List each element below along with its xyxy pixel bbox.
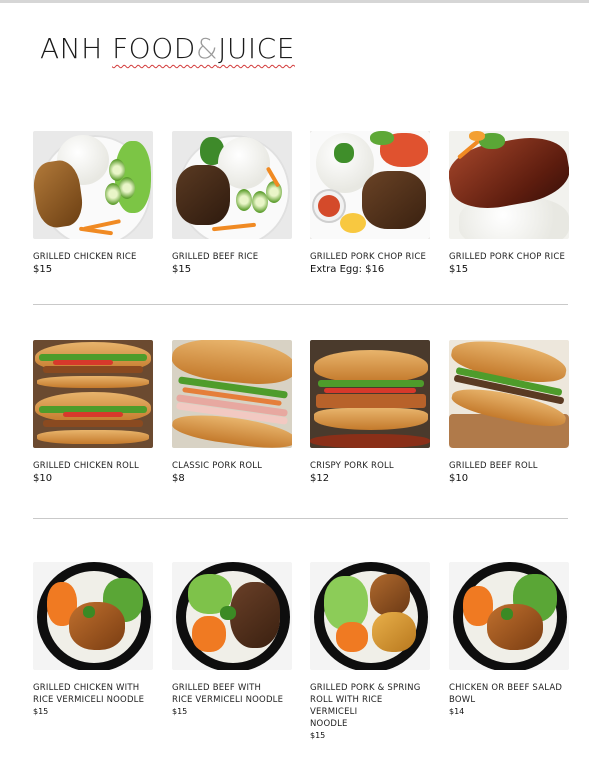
grilled-chicken-rice-photo xyxy=(33,131,153,239)
menu-item-grilled-pork-chop-rice: GRILLED PORK CHOP RICE $15 xyxy=(449,131,571,277)
top-border xyxy=(0,0,589,3)
item-name: GRILLED BEEF ROLL xyxy=(449,461,538,471)
salad-bowl-photo xyxy=(449,562,569,670)
menu-item-grilled-beef-rice: GRILLED BEEF RICE $15 xyxy=(172,131,294,277)
menu-item-beef-vermicelli: GRILLED BEEF WITH RICE VERMICELI NOODLE $… xyxy=(172,562,294,718)
pork-chop-rice-photo xyxy=(449,131,569,239)
item-name: GRILLED BEEF RICE xyxy=(172,252,259,262)
page-title: ANH FOOD&JUICE xyxy=(40,32,295,65)
pork-chop-egg-rice-photo xyxy=(310,131,430,239)
menu-item-grilled-chicken-roll: GRILLED CHICKEN ROLL $10 xyxy=(33,340,155,486)
item-name: GRILLED BEEF WITH RICE VERMICELI NOODLE xyxy=(172,683,284,705)
item-price: $15 xyxy=(310,731,326,740)
section-divider xyxy=(33,304,568,305)
item-name: GRILLED PORK CHOP RICE xyxy=(449,252,566,262)
menu-item-grilled-pork-chop-rice-egg: GRILLED PORK CHOP RICE Extra Egg: $16 xyxy=(310,131,432,277)
item-name: GRILLED CHICKEN ROLL xyxy=(33,461,139,471)
item-name: CHICKEN OR BEEF SALAD BOWL xyxy=(449,683,563,705)
item-price: $10 xyxy=(449,473,469,484)
item-price: $15 xyxy=(449,264,469,275)
item-price: $15 xyxy=(33,707,49,716)
item-price: $15 xyxy=(172,707,188,716)
menu-item-chicken-vermicelli: GRILLED CHICKEN WITH RICE VERMICELI NOODL… xyxy=(33,562,155,718)
item-name: GRILLED PORK & SPRING ROLL WITH RICE VERM… xyxy=(310,683,421,729)
pork-spring-roll-bowl-photo xyxy=(310,562,430,670)
item-price: $14 xyxy=(449,707,465,716)
item-price: $15 xyxy=(172,264,192,275)
grilled-beef-rice-photo xyxy=(172,131,292,239)
item-name: CRISPY PORK ROLL xyxy=(310,461,394,471)
item-name: GRILLED CHICKEN RICE xyxy=(33,252,137,262)
menu-item-salad-bowl: CHICKEN OR BEEF SALAD BOWL $14 xyxy=(449,562,571,718)
classic-pork-roll-photo xyxy=(172,340,292,448)
item-price: $15 xyxy=(33,264,53,275)
item-name: CLASSIC PORK ROLL xyxy=(172,461,263,471)
menu-item-grilled-beef-roll: GRILLED BEEF ROLL $10 xyxy=(449,340,571,486)
beef-noodle-bowl-photo xyxy=(172,562,292,670)
beef-roll-photo xyxy=(449,340,569,448)
item-price: $8 xyxy=(172,473,185,484)
item-price: Extra Egg: $16 xyxy=(310,264,385,275)
item-price: $10 xyxy=(33,473,53,484)
menu-item-pork-spring-roll-vermicelli: GRILLED PORK & SPRING ROLL WITH RICE VERM… xyxy=(310,562,432,742)
menu-item-grilled-chicken-rice: GRILLED CHICKEN RICE $15 xyxy=(33,131,155,277)
item-price: $12 xyxy=(310,473,330,484)
item-name: GRILLED CHICKEN WITH RICE VERMICELI NOODL… xyxy=(33,683,145,705)
crispy-pork-roll-photo xyxy=(310,340,430,448)
chicken-roll-photo xyxy=(33,340,153,448)
item-name: GRILLED PORK CHOP RICE xyxy=(310,252,427,262)
menu-item-classic-pork-roll: CLASSIC PORK ROLL $8 xyxy=(172,340,294,486)
menu-item-crispy-pork-roll: CRISPY PORK ROLL $12 xyxy=(310,340,432,486)
chicken-noodle-bowl-photo xyxy=(33,562,153,670)
section-divider xyxy=(33,518,568,519)
